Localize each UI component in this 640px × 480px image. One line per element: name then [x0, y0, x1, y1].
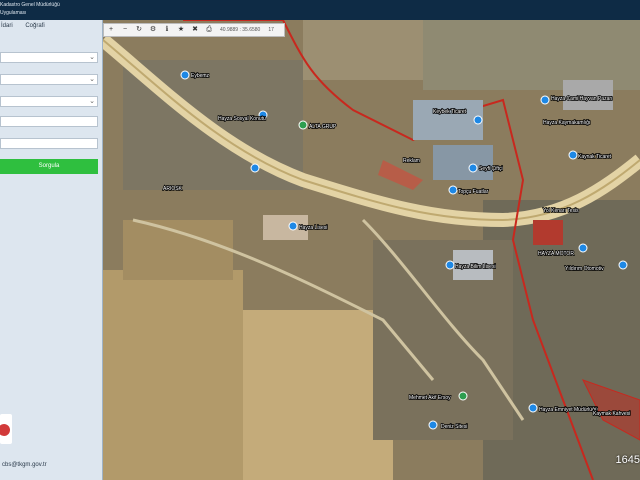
agency-title: Kadastro Genel Müdürlüğü	[0, 2, 60, 8]
coordinate-readout: 40.9889 : 35.6580	[220, 27, 261, 33]
map-label: Hayza Emniyet Müdürlüğü	[539, 407, 598, 413]
province-select[interactable]: ⌄	[0, 52, 98, 63]
sidebar: İdari Coğrafi ⌄ ⌄ ⌄ Sorgula cbs@tkgm.gov…	[0, 20, 103, 480]
district-select[interactable]: ⌄	[0, 74, 98, 85]
app-header: Kadastro Genel Müdürlüğü Uygulaması	[0, 0, 640, 20]
map-label: Kaymak Kahvesi	[593, 411, 630, 417]
map-label: Hayza Kaymakamlığı	[543, 120, 590, 126]
pin-icon	[473, 115, 483, 125]
map-label: Seyfi Çiftçi	[479, 166, 503, 172]
star-icon[interactable]: ★	[174, 24, 188, 36]
logo-mark	[0, 424, 10, 436]
app-subtitle: Uygulaması	[0, 10, 27, 16]
info-icon[interactable]: ℹ	[160, 24, 174, 36]
map-label: Hayza Sosyal Konutu	[218, 116, 266, 122]
pin-icon	[428, 420, 438, 430]
map-label: Hayza Cami Hayvan Pazarı	[551, 96, 612, 102]
delete-icon[interactable]: ✖	[188, 24, 202, 36]
tab-idari[interactable]: İdari	[1, 23, 13, 29]
pin-icon	[540, 95, 550, 105]
map-label: HAYZA MOTOR	[538, 251, 574, 257]
sidebar-tabs: İdari Coğrafi	[0, 23, 55, 29]
scale-readout: 1645	[615, 454, 640, 466]
pin-icon	[288, 221, 298, 231]
map-label: Kaynak Ticaret	[578, 154, 612, 160]
map-label: Reklam	[403, 158, 420, 164]
map-label: Keybek Ticaret	[433, 109, 467, 115]
neighborhood-select[interactable]: ⌄	[0, 96, 98, 107]
map-label: Hayza Lisesi	[299, 225, 327, 231]
map-label: ARIOSK	[163, 186, 183, 192]
building-complex	[413, 100, 483, 140]
map-label: Yol Kenarı Tesis	[543, 208, 579, 214]
chevron-down-icon: ⌄	[89, 98, 95, 105]
map-label: ALTA GRUP	[309, 124, 337, 130]
agency-logo	[0, 414, 12, 444]
pin-icon	[458, 391, 468, 401]
query-button[interactable]: Sorgula	[0, 159, 98, 174]
pin-icon	[298, 120, 308, 130]
parcel-input[interactable]	[0, 138, 98, 149]
pin-icon	[578, 243, 588, 253]
contact-email[interactable]: cbs@tkgm.gov.tr	[2, 462, 47, 468]
pin-icon	[250, 163, 260, 173]
zoom-out-icon[interactable]: −	[118, 24, 132, 36]
map-imagery: Eybemz Hayza Sosyal Konutu ALTA GRUP Key…	[103, 20, 640, 480]
pin-icon	[445, 260, 455, 270]
field-south-west	[103, 270, 243, 480]
field-west	[123, 220, 233, 280]
chevron-down-icon: ⌄	[89, 76, 95, 83]
pin-icon	[618, 260, 628, 270]
pin-icon	[448, 185, 458, 195]
settings-icon[interactable]: ⚙	[146, 24, 160, 36]
pin-icon	[528, 403, 538, 413]
map-label: Yıldırım Otomotiv	[565, 266, 604, 272]
zoom-level: 17	[268, 27, 274, 33]
chevron-down-icon: ⌄	[89, 54, 95, 61]
pin-icon	[180, 70, 190, 80]
print-icon[interactable]: ⎙	[202, 24, 216, 36]
satellite-map[interactable]: Eybemz Hayza Sosyal Konutu ALTA GRUP Key…	[103, 20, 640, 480]
pin-icon	[468, 163, 478, 173]
map-label: Hayza Bilim Lisesi	[455, 264, 496, 270]
tab-cografi[interactable]: Coğrafi	[25, 23, 44, 29]
map-label: Mehmet Akif Ersoy	[409, 395, 451, 401]
refresh-icon[interactable]: ↻	[132, 24, 146, 36]
map-toolbar: + − ↻ ⚙ ℹ ★ ✖ ⎙ 40.9889 : 35.6580 17	[103, 23, 285, 37]
map-label: Deniz Sitesi	[441, 424, 467, 430]
pin-icon	[568, 150, 578, 160]
map-label: Topçu Fuatlar	[458, 189, 489, 195]
map-label: Eybemz	[191, 73, 210, 79]
field-south	[243, 310, 393, 480]
zoom-in-icon[interactable]: +	[104, 24, 118, 36]
block-input[interactable]	[0, 116, 98, 127]
